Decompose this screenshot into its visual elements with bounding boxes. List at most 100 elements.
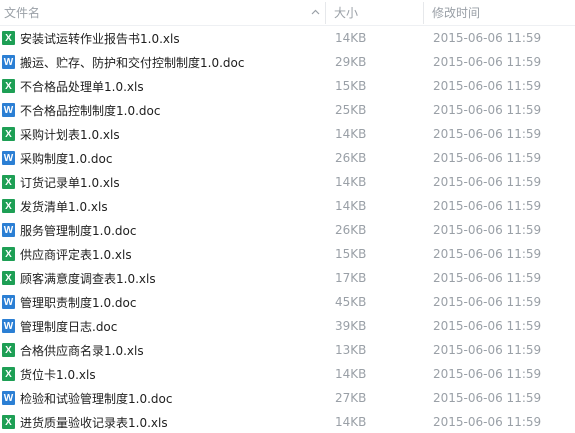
file-row[interactable]: X 订货记录单1.0.xls 14KB 2015-06-06 11:59 (0, 170, 575, 194)
word-file-icon: W (2, 223, 15, 237)
file-list: 文件名 大小 修改时间 X 安装试运转作业报告书1.0.xls 14KB 2015-0… (0, 0, 575, 433)
file-modified-time: 2015-06-06 11:59 (433, 343, 542, 357)
file-row[interactable]: W 检验和试验管理制度1.0.doc 27KB 2015-06-06 11:59 (0, 386, 575, 410)
file-name-cell: X 安装试运转作业报告书1.0.xls (0, 30, 326, 47)
file-row[interactable]: X 不合格品处理单1.0.xls 15KB 2015-06-06 11:59 (0, 74, 575, 98)
file-row[interactable]: X 安装试运转作业报告书1.0.xls 14KB 2015-06-06 11:59 (0, 26, 575, 50)
file-row[interactable]: X 供应商评定表1.0.xls 15KB 2015-06-06 11:59 (0, 242, 575, 266)
excel-file-icon: X (2, 343, 15, 357)
file-name[interactable]: 安装试运转作业报告书1.0.xls (20, 30, 180, 47)
file-modified-time: 2015-06-06 11:59 (433, 367, 542, 381)
file-size: 39KB (335, 319, 367, 333)
file-name-cell: X 供应商评定表1.0.xls (0, 246, 326, 263)
excel-file-icon: X (2, 247, 15, 261)
file-size: 15KB (335, 247, 367, 261)
word-file-icon: W (2, 295, 15, 309)
file-size: 17KB (335, 271, 367, 285)
file-row[interactable]: X 货位卡1.0.xls 14KB 2015-06-06 11:59 (0, 362, 575, 386)
column-header-modified-label: 修改时间 (432, 6, 481, 20)
file-size: 45KB (335, 295, 367, 309)
file-name[interactable]: 不合格品控制制度1.0.doc (20, 102, 160, 119)
sort-up-chevron-icon[interactable] (311, 8, 320, 16)
file-name[interactable]: 顾客满意度调查表1.0.xls (20, 270, 156, 287)
column-header: 文件名 大小 修改时间 (0, 0, 575, 26)
file-row[interactable]: X 采购计划表1.0.xls 14KB 2015-06-06 11:59 (0, 122, 575, 146)
word-file-icon: W (2, 391, 15, 405)
file-name-cell: X 发货清单1.0.xls (0, 198, 326, 215)
file-size: 25KB (335, 103, 367, 117)
file-row[interactable]: W 采购制度1.0.doc 26KB 2015-06-06 11:59 (0, 146, 575, 170)
file-name[interactable]: 管理职责制度1.0.doc (20, 294, 136, 311)
excel-file-icon: X (2, 367, 15, 381)
file-row[interactable]: W 管理职责制度1.0.doc 45KB 2015-06-06 11:59 (0, 290, 575, 314)
file-row[interactable]: X 进货质量验收记录表1.0.xls 14KB 2015-06-06 11:59 (0, 410, 575, 433)
excel-file-icon: X (2, 31, 15, 45)
file-modified-time: 2015-06-06 11:59 (433, 223, 542, 237)
file-name[interactable]: 采购制度1.0.doc (20, 150, 112, 167)
file-row[interactable]: W 搬运、贮存、防护和交付控制制度1.0.doc 29KB 2015-06-06 11… (0, 50, 575, 74)
file-modified-time: 2015-06-06 11:59 (433, 295, 542, 309)
file-name-cell: W 管理制度日志.doc (0, 318, 326, 335)
file-size: 14KB (335, 175, 367, 189)
file-row[interactable]: W 服务管理制度1.0.doc 26KB 2015-06-06 11:59 (0, 218, 575, 242)
word-file-icon: W (2, 319, 15, 333)
file-size: 15KB (335, 79, 367, 93)
file-name[interactable]: 货位卡1.0.xls (20, 366, 96, 383)
file-row[interactable]: W 不合格品控制制度1.0.doc 25KB 2015-06-06 11:59 (0, 98, 575, 122)
file-name-cell: X 货位卡1.0.xls (0, 366, 326, 383)
file-modified-time: 2015-06-06 11:59 (433, 175, 542, 189)
file-size: 26KB (335, 223, 367, 237)
file-name-cell: W 不合格品控制制度1.0.doc (0, 102, 326, 119)
file-name[interactable]: 检验和试验管理制度1.0.doc (20, 390, 172, 407)
file-row[interactable]: X 顾客满意度调查表1.0.xls 17KB 2015-06-06 11:59 (0, 266, 575, 290)
file-name[interactable]: 发货清单1.0.xls (20, 198, 108, 215)
file-row[interactable]: X 发货清单1.0.xls 14KB 2015-06-06 11:59 (0, 194, 575, 218)
excel-file-icon: X (2, 199, 15, 213)
file-name-cell: W 搬运、贮存、防护和交付控制制度1.0.doc (0, 54, 326, 71)
file-name-cell: X 订货记录单1.0.xls (0, 174, 326, 191)
file-modified-time: 2015-06-06 11:59 (433, 247, 542, 261)
excel-file-icon: X (2, 175, 15, 189)
file-name-cell: X 进货质量验收记录表1.0.xls (0, 414, 326, 431)
word-file-icon: W (2, 55, 15, 69)
file-modified-time: 2015-06-06 11:59 (433, 199, 542, 213)
file-size: 14KB (335, 127, 367, 141)
file-modified-time: 2015-06-06 11:59 (433, 79, 542, 93)
file-name[interactable]: 进货质量验收记录表1.0.xls (20, 414, 168, 431)
column-header-size[interactable]: 大小 (326, 0, 424, 26)
column-header-size-label: 大小 (334, 6, 359, 20)
file-name-cell: X 采购计划表1.0.xls (0, 126, 326, 143)
file-row[interactable]: X 合格供应商名录1.0.xls 13KB 2015-06-06 11:59 (0, 338, 575, 362)
file-name[interactable]: 采购计划表1.0.xls (20, 126, 120, 143)
file-name-cell: W 管理职责制度1.0.doc (0, 294, 326, 311)
column-header-name-label: 文件名 (4, 6, 41, 20)
file-name[interactable]: 供应商评定表1.0.xls (20, 246, 132, 263)
file-name[interactable]: 搬运、贮存、防护和交付控制制度1.0.doc (20, 54, 244, 71)
file-name[interactable]: 不合格品处理单1.0.xls (20, 78, 144, 95)
file-name[interactable]: 订货记录单1.0.xls (20, 174, 120, 191)
word-file-icon: W (2, 151, 15, 165)
file-name-cell: X 顾客满意度调查表1.0.xls (0, 270, 326, 287)
file-modified-time: 2015-06-06 11:59 (433, 103, 542, 117)
column-header-modified[interactable]: 修改时间 (424, 0, 575, 26)
file-size: 14KB (335, 367, 367, 381)
file-name[interactable]: 合格供应商名录1.0.xls (20, 342, 144, 359)
file-name-cell: X 不合格品处理单1.0.xls (0, 78, 326, 95)
file-size: 13KB (335, 343, 367, 357)
file-size: 14KB (335, 415, 367, 429)
file-modified-time: 2015-06-06 11:59 (433, 319, 542, 333)
file-size: 26KB (335, 151, 367, 165)
excel-file-icon: X (2, 271, 15, 285)
column-header-name[interactable]: 文件名 (0, 0, 326, 26)
file-row[interactable]: W 管理制度日志.doc 39KB 2015-06-06 11:59 (0, 314, 575, 338)
file-size: 27KB (335, 391, 367, 405)
file-name-cell: X 合格供应商名录1.0.xls (0, 342, 326, 359)
file-modified-time: 2015-06-06 11:59 (433, 31, 542, 45)
file-name[interactable]: 管理制度日志.doc (20, 318, 117, 335)
excel-file-icon: X (2, 127, 15, 141)
excel-file-icon: X (2, 79, 15, 93)
file-rows: X 安装试运转作业报告书1.0.xls 14KB 2015-06-06 11:59 W 搬… (0, 26, 575, 433)
file-name[interactable]: 服务管理制度1.0.doc (20, 222, 136, 239)
file-name-cell: W 服务管理制度1.0.doc (0, 222, 326, 239)
file-size: 14KB (335, 199, 367, 213)
